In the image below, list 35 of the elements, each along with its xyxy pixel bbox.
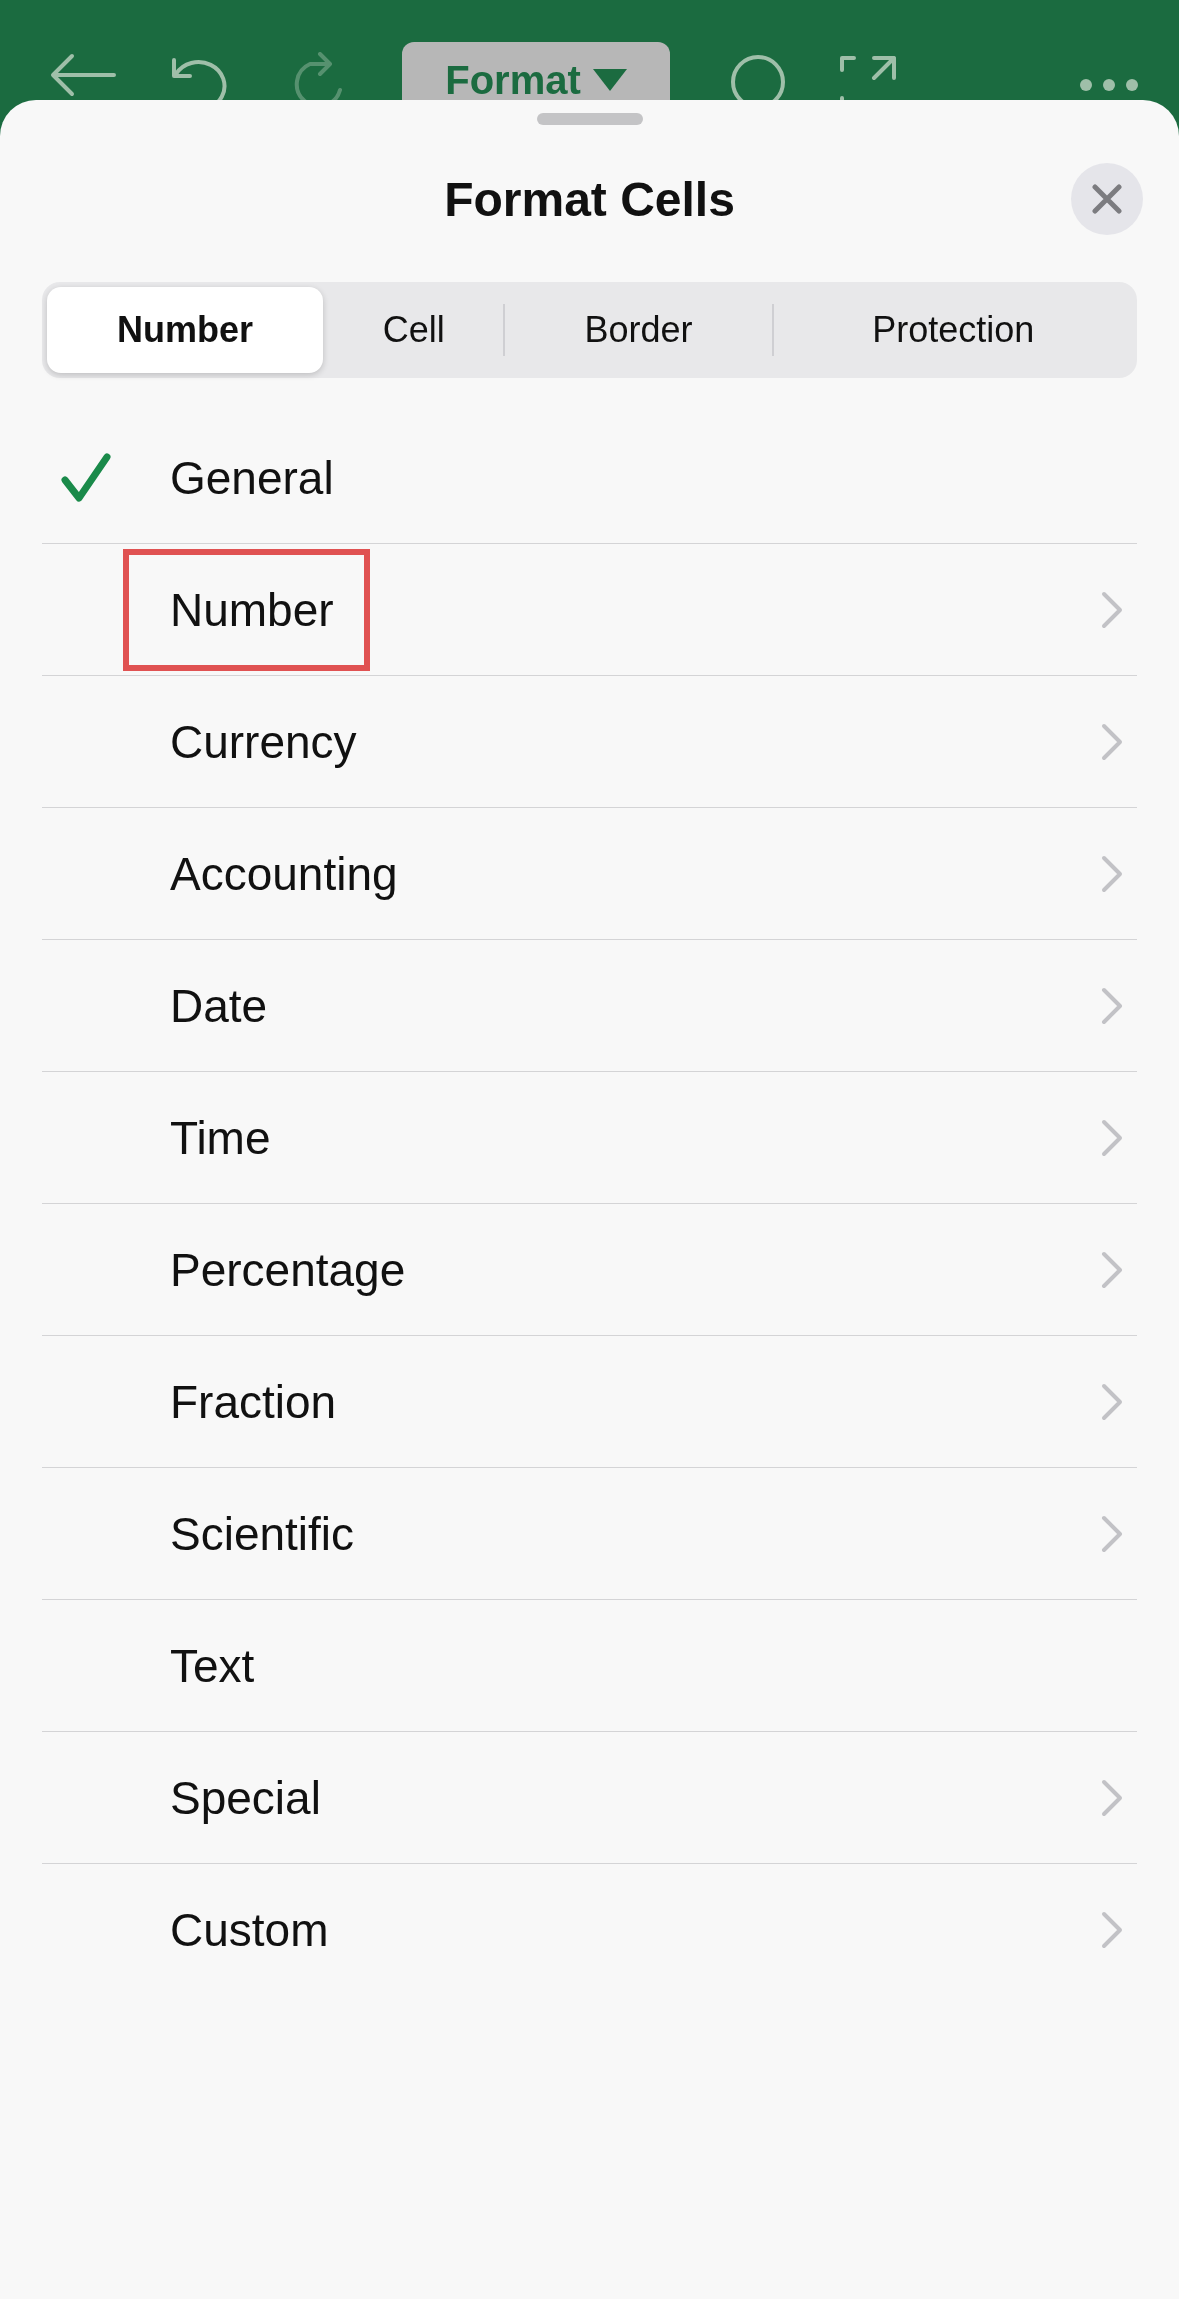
sheet-title: Format Cells: [444, 172, 735, 227]
format-option[interactable]: General: [42, 412, 1137, 544]
close-icon: [1092, 184, 1122, 214]
more-icon[interactable]: [1079, 78, 1139, 92]
format-option[interactable]: Accounting: [42, 808, 1137, 940]
format-option[interactable]: Percentage: [42, 1204, 1137, 1336]
format-option[interactable]: Currency: [42, 676, 1137, 808]
option-label: Accounting: [170, 846, 399, 902]
drag-handle[interactable]: [536, 113, 643, 125]
format-option[interactable]: Scientific: [42, 1468, 1137, 1600]
format-option[interactable]: Date: [42, 940, 1137, 1072]
format-option[interactable]: Text: [42, 1600, 1137, 1732]
format-option[interactable]: Special: [42, 1732, 1137, 1864]
format-option[interactable]: Fraction: [42, 1336, 1137, 1468]
option-label: Custom: [170, 1902, 330, 1958]
highlighted-label: Number: [123, 548, 370, 671]
back-arrow-icon[interactable]: [50, 52, 116, 98]
format-option[interactable]: Custom: [42, 1864, 1137, 1995]
option-label: Text: [170, 1638, 256, 1694]
expand-icon[interactable]: [840, 56, 896, 100]
option-label: Time: [170, 1110, 272, 1166]
option-label: General: [170, 450, 335, 506]
format-tab[interactable]: Cell: [325, 287, 503, 373]
option-label: Special: [170, 1770, 322, 1826]
option-label: Date: [170, 978, 269, 1034]
format-tab[interactable]: Protection: [774, 287, 1132, 373]
format-tab[interactable]: Border: [504, 287, 773, 373]
option-label: Currency: [170, 714, 358, 770]
option-label: Scientific: [170, 1506, 356, 1562]
format-option[interactable]: Time: [42, 1072, 1137, 1204]
format-option[interactable]: Number: [42, 544, 1137, 676]
option-label: Percentage: [170, 1242, 407, 1298]
option-label: Fraction: [170, 1374, 338, 1430]
format-tab[interactable]: Number: [47, 287, 323, 373]
caret-icon: [592, 69, 627, 91]
